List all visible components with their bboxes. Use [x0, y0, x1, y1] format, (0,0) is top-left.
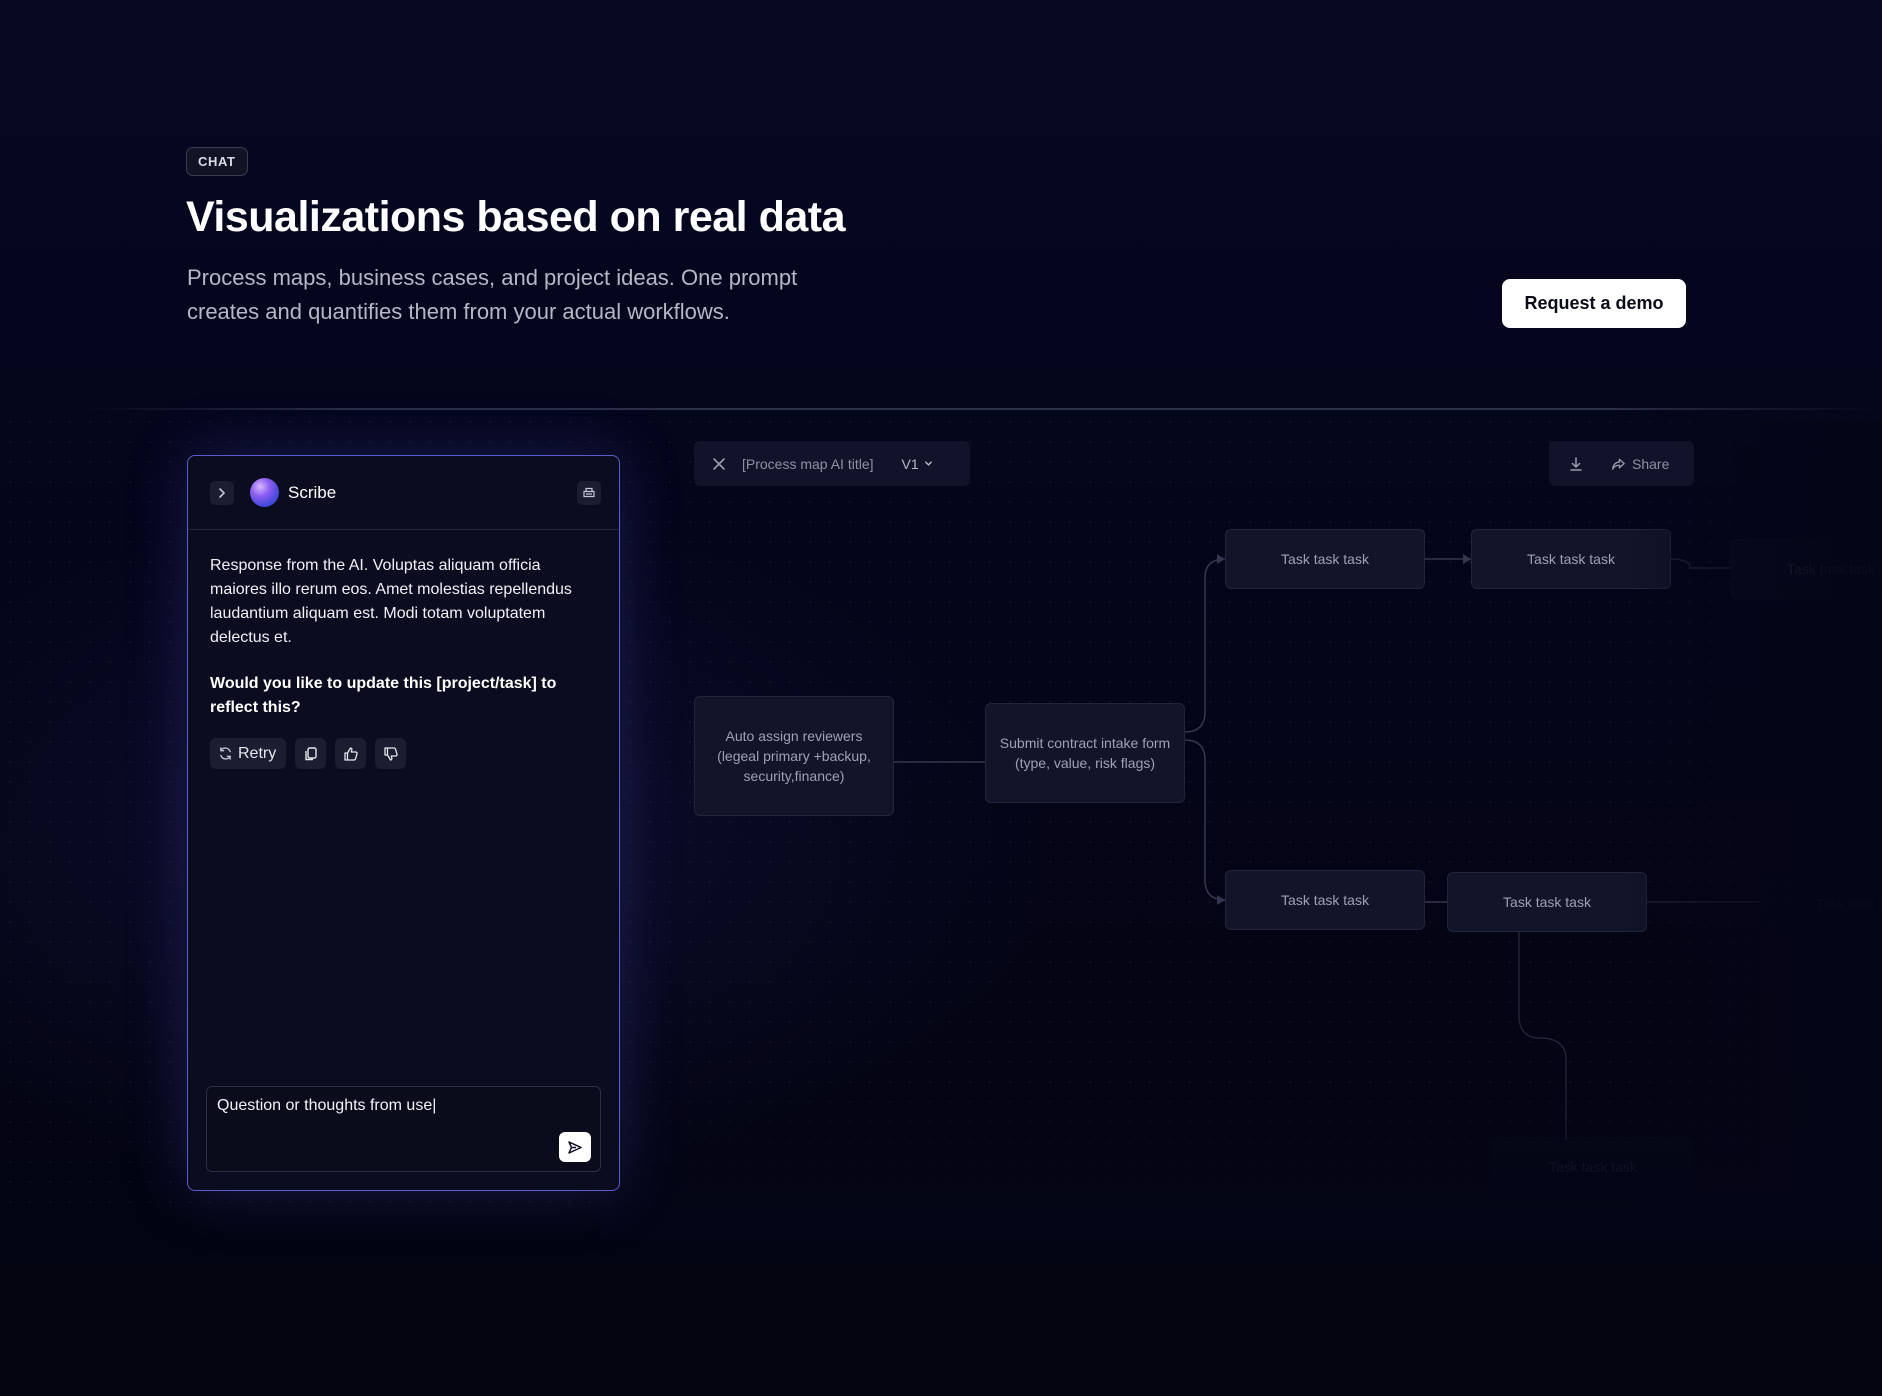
- thumbs-down-icon: [383, 746, 399, 762]
- node-task-7[interactable]: Task task task: [1493, 1137, 1693, 1197]
- send-button[interactable]: [559, 1132, 591, 1162]
- composer-input[interactable]: Question or thoughts from use|: [217, 1097, 590, 1115]
- chat-panel: Scribe Response from the AI. Voluptas al…: [187, 455, 620, 1191]
- request-demo-button[interactable]: Request a demo: [1502, 279, 1686, 328]
- copy-button[interactable]: [295, 738, 327, 769]
- share-label: Share: [1632, 455, 1670, 472]
- hero-subtitle-line-1: Process maps, business cases, and projec…: [187, 265, 798, 290]
- close-icon[interactable]: [712, 457, 726, 471]
- process-map-toolbar: [Process map AI title] V1: [694, 441, 970, 486]
- ai-response: Response from the AI. Voluptas aliquam o…: [210, 557, 572, 646]
- hero-subtitle-line-2: creates and quantifies them from your ac…: [187, 299, 730, 324]
- refresh-icon: [218, 746, 233, 761]
- printer-icon: [582, 487, 596, 500]
- message-actions: Retry: [210, 738, 597, 769]
- download-icon[interactable]: [1569, 456, 1583, 472]
- ai-question: Would you like to update this [project/t…: [210, 675, 557, 716]
- chat-composer[interactable]: Question or thoughts from use|: [206, 1086, 601, 1172]
- retry-button[interactable]: Retry: [210, 738, 287, 769]
- section-divider: [80, 408, 1882, 410]
- thumbs-up-button[interactable]: [335, 738, 367, 769]
- node-task-5[interactable]: Task task task: [1447, 872, 1647, 932]
- chevron-down-icon: [923, 458, 934, 469]
- node-task-3[interactable]: Task task task: [1731, 539, 1882, 599]
- thumbs-down-button[interactable]: [375, 738, 407, 769]
- copy-icon: [303, 746, 318, 762]
- node-task-6[interactable]: Task task task: [1760, 874, 1882, 934]
- process-map-actions: Share: [1549, 441, 1694, 486]
- page: CHAT Visualizations based on real data P…: [0, 0, 1882, 1396]
- hero-subtitle: Process maps, business cases, and projec…: [187, 261, 867, 329]
- version-label: V1: [901, 455, 919, 472]
- retry-label: Retry: [238, 744, 277, 762]
- scribe-avatar: [250, 478, 279, 507]
- section-badge: CHAT: [186, 147, 248, 176]
- share-icon: [1611, 457, 1626, 471]
- process-map-title[interactable]: [Process map AI title]: [742, 456, 874, 472]
- send-icon: [567, 1140, 583, 1155]
- chat-messages: Response from the AI. Voluptas aliquam o…: [188, 530, 619, 769]
- node-task-2[interactable]: Task task task: [1471, 529, 1671, 589]
- chevron-right-icon: [217, 487, 227, 499]
- print-button[interactable]: [577, 481, 601, 505]
- hero-title: Visualizations based on real data: [186, 193, 846, 241]
- share-button[interactable]: Share: [1611, 456, 1669, 472]
- expand-panel-button[interactable]: [210, 480, 234, 505]
- chat-header: Scribe: [188, 456, 619, 530]
- node-submit-contract-intake[interactable]: Submit contract intake form (type, value…: [985, 703, 1185, 803]
- node-auto-assign-reviewers[interactable]: Auto assign reviewers (legeal primary +b…: [694, 696, 894, 816]
- assistant-name: Scribe: [288, 482, 337, 502]
- node-task-4[interactable]: Task task task: [1225, 870, 1425, 930]
- node-task-1[interactable]: Task task task: [1225, 529, 1425, 589]
- thumbs-up-icon: [343, 746, 359, 762]
- version-select[interactable]: V1: [902, 456, 934, 472]
